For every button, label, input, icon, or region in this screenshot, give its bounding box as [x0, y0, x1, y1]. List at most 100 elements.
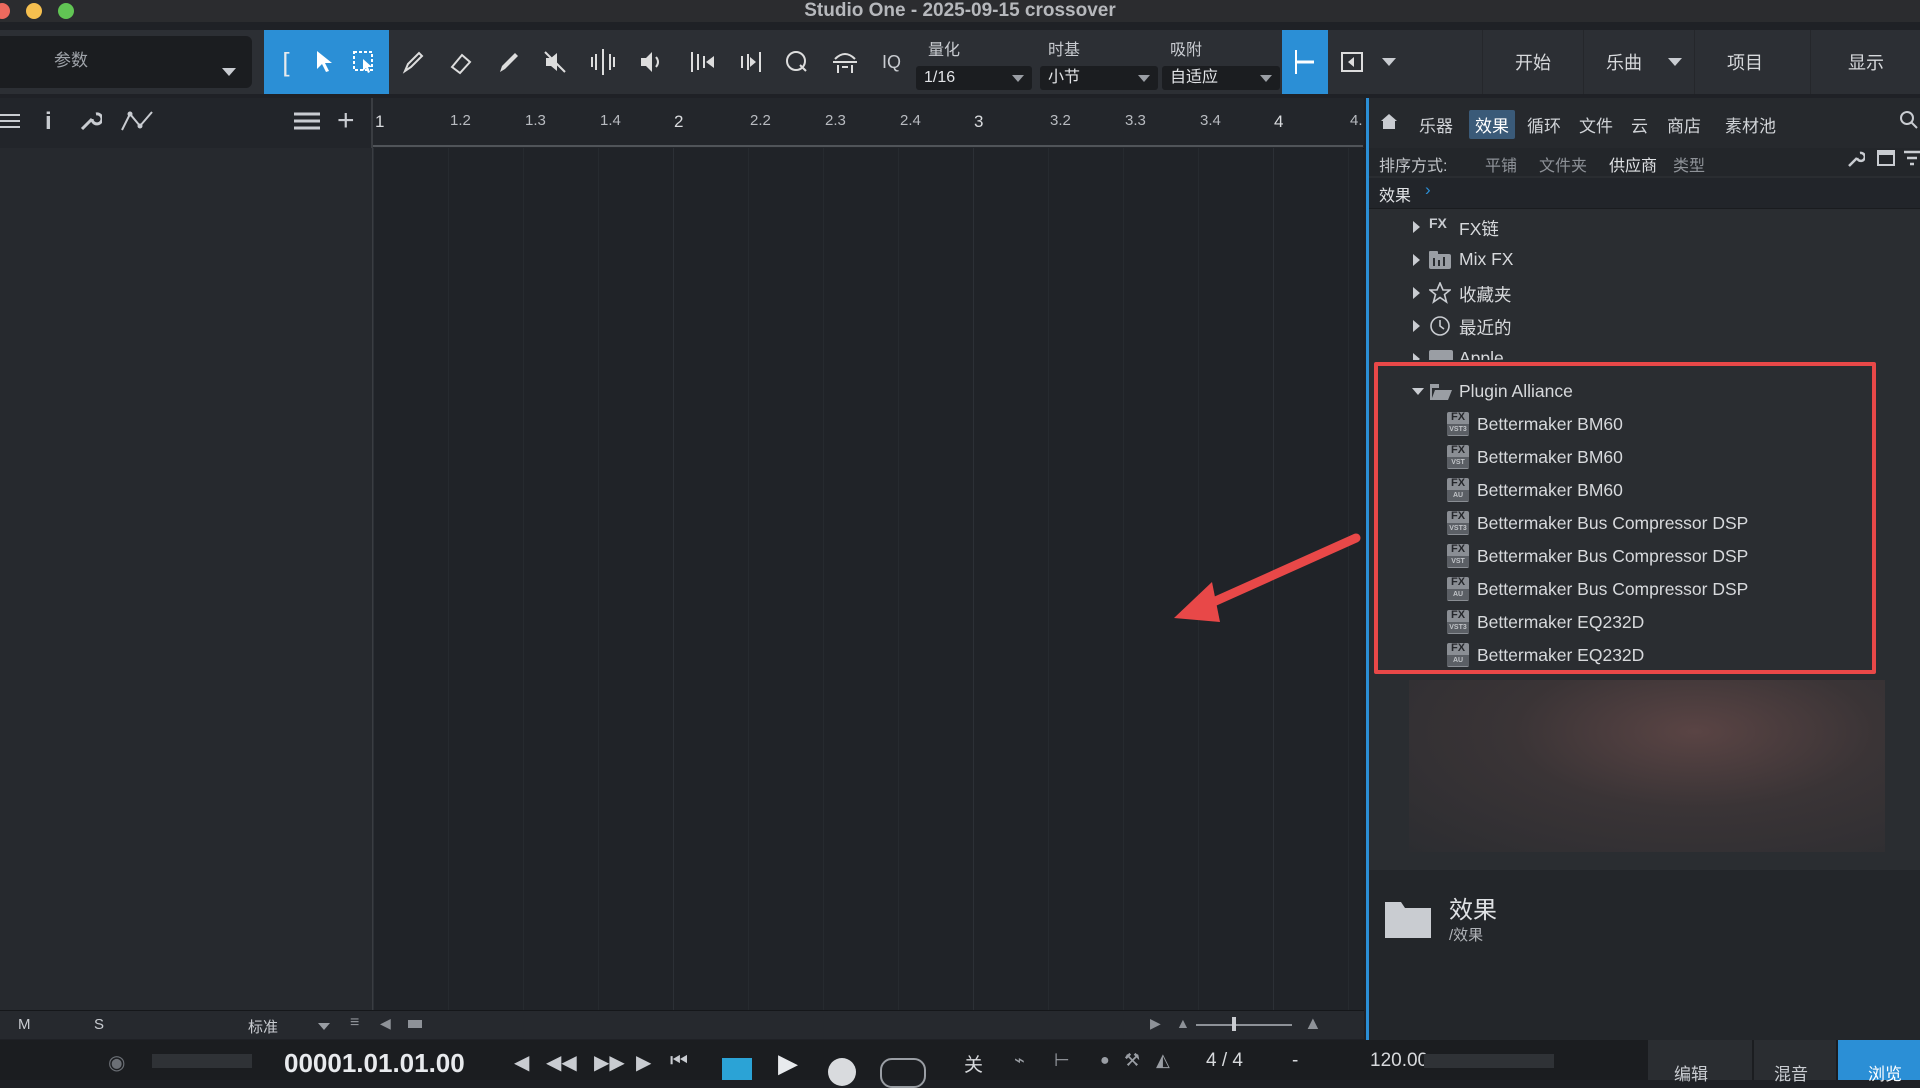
tree-item-mix-fx[interactable]: Mix FX — [1369, 243, 1920, 276]
range-bracket-icon[interactable]: [ — [268, 44, 304, 80]
breadcrumb-effects[interactable]: 效果 — [1379, 182, 1411, 206]
scroll-left-icon[interactable]: ◀ — [380, 1015, 391, 1032]
sort-vendor[interactable]: 供应商 — [1609, 152, 1657, 176]
tab-instruments[interactable]: 乐器 — [1419, 112, 1453, 137]
automation-icon[interactable] — [120, 108, 156, 141]
track-height-mode[interactable]: 标准 — [248, 1016, 278, 1037]
tree-item-apple[interactable]: Apple — [1369, 342, 1920, 360]
transport-time[interactable]: 00001.01.01.00 — [284, 1048, 465, 1079]
sort-folder[interactable]: 文件夹 — [1539, 152, 1587, 176]
mute-all-button[interactable]: M — [18, 1016, 31, 1033]
filter-icon[interactable] — [1903, 150, 1920, 171]
grid-line — [448, 148, 449, 1018]
parameter-dropdown[interactable]: 参数 — [0, 36, 252, 88]
nav-project-button[interactable]: 项目 — [1694, 30, 1795, 94]
timestretch-icon[interactable] — [827, 44, 863, 80]
rewind-icon[interactable]: ◀◀ — [546, 1050, 577, 1075]
expand-icon[interactable] — [1413, 287, 1420, 299]
record-button[interactable] — [828, 1058, 856, 1086]
add-track-icon[interactable]: + — [337, 104, 355, 138]
track-list-panel[interactable] — [0, 148, 372, 1018]
edit-view-button[interactable]: 编辑 — [1648, 1040, 1752, 1084]
midi-monitor-icon[interactable]: ◉ — [108, 1050, 125, 1075]
scroll-right-icon[interactable]: ▶ — [1150, 1015, 1161, 1032]
range-tool-icon[interactable] — [346, 44, 382, 80]
list-icon[interactable]: ≡ — [350, 1014, 359, 1032]
wrench-icon[interactable] — [78, 110, 104, 139]
punch-icon[interactable]: ⊢ — [1054, 1050, 1070, 1071]
zoom-slider[interactable] — [1196, 1024, 1292, 1026]
eraser-tool-icon[interactable] — [443, 44, 479, 80]
window-title: Studio One - 2025-09-15 crossover — [804, 0, 1116, 21]
click-dot-icon[interactable]: ● — [1100, 1052, 1110, 1070]
fast-forward-icon[interactable]: ▶▶ — [594, 1050, 625, 1075]
solo-all-button[interactable]: S — [94, 1016, 104, 1033]
listen-tool-icon[interactable] — [633, 44, 669, 80]
tab-files[interactable]: 文件 — [1579, 112, 1613, 137]
key-display[interactable]: - — [1292, 1050, 1298, 1072]
nudge-right-icon[interactable] — [731, 44, 767, 80]
search-icon[interactable] — [1899, 110, 1919, 135]
folder-icon — [1429, 350, 1453, 360]
ruler-label: 1.3 — [525, 112, 546, 129]
return-to-zero-icon[interactable]: ⏮ — [670, 1050, 688, 1073]
expand-icon[interactable] — [1413, 221, 1420, 233]
quantize-q-icon[interactable] — [779, 44, 815, 80]
zoom-out-icon[interactable]: ▲ — [1176, 1015, 1190, 1031]
quantize-dropdown[interactable]: 1/16 — [916, 66, 1032, 90]
nudge-left-icon[interactable] — [685, 44, 721, 80]
bend-tool-icon[interactable] — [585, 44, 621, 80]
browse-view-button[interactable]: 浏览 — [1838, 1040, 1920, 1084]
home-icon[interactable] — [1379, 112, 1399, 135]
tab-effects[interactable]: 效果 — [1469, 110, 1515, 139]
nav-song-button[interactable]: 乐曲 — [1583, 30, 1694, 94]
chevron-right-icon[interactable]: › — [1425, 180, 1431, 200]
toolbar-more-icon[interactable] — [1382, 58, 1396, 66]
wrench-icon[interactable] — [1847, 150, 1867, 173]
mute-tool-icon[interactable] — [537, 44, 573, 80]
track-list-icon[interactable] — [294, 110, 320, 138]
tab-cloud[interactable]: 云 — [1631, 112, 1648, 137]
horizontal-scrollbar[interactable] — [408, 1020, 422, 1028]
paint-tool-icon[interactable] — [491, 44, 527, 80]
chevron-down-icon[interactable] — [318, 1023, 330, 1030]
zoom-slider-handle[interactable] — [1232, 1017, 1236, 1031]
expand-icon[interactable] — [1413, 254, 1420, 266]
expand-icon[interactable] — [1413, 353, 1420, 360]
autoscroll-icon[interactable] — [1334, 44, 1370, 80]
timebase-dropdown[interactable]: 小节 — [1040, 66, 1158, 90]
nav-show-button[interactable]: 显示 — [1810, 30, 1920, 94]
expand-icon[interactable] — [1413, 320, 1420, 332]
arrow-tool-icon[interactable] — [306, 44, 342, 80]
tab-pool[interactable]: 素材池 — [1725, 112, 1776, 137]
split-tool-icon[interactable] — [395, 44, 431, 80]
tree-item-fx-chains[interactable]: FX FX链 — [1369, 210, 1920, 243]
tree-item-recent[interactable]: 最近的 — [1369, 309, 1920, 342]
loop-button[interactable] — [880, 1058, 926, 1088]
zoom-in-icon[interactable]: ▲ — [1304, 1013, 1322, 1034]
metronome-off-label[interactable]: 关 — [964, 1050, 983, 1077]
time-signature[interactable]: 4 / 4 — [1206, 1050, 1243, 1072]
snap-dropdown[interactable]: 自适应 — [1162, 66, 1280, 90]
arrange-bottom-bar: M S 标准 ≡ ◀ ▶ ▲ ▲ — [0, 1010, 1364, 1039]
tempo-display[interactable]: 120.00 — [1370, 1050, 1428, 1072]
stop-button[interactable] — [722, 1058, 752, 1080]
grid-line — [748, 148, 749, 1018]
play-button[interactable]: ▶ — [778, 1048, 798, 1079]
metronome-icon[interactable]: ◭ — [1156, 1050, 1170, 1071]
precount-icon[interactable]: ⌁ — [1014, 1050, 1025, 1071]
menu-lines-icon[interactable] — [0, 110, 22, 138]
tree-item-favorites[interactable]: 收藏夹 — [1369, 276, 1920, 309]
preview-toggle-icon[interactable] — [1877, 150, 1895, 171]
nav-start-button[interactable]: 开始 — [1482, 30, 1583, 94]
mix-view-button[interactable]: 混音 — [1754, 1040, 1836, 1084]
sort-flat[interactable]: 平铺 — [1485, 152, 1517, 176]
tab-shop[interactable]: 商店 — [1667, 112, 1701, 137]
info-icon[interactable]: i — [45, 108, 52, 136]
prev-marker-icon[interactable]: ◀ — [514, 1050, 529, 1075]
tab-loops[interactable]: 循环 — [1527, 112, 1561, 137]
next-marker-icon[interactable]: ▶ — [636, 1050, 651, 1075]
snap-toggle-button[interactable] — [1282, 30, 1328, 94]
click-settings-icon[interactable]: ⚒ — [1124, 1050, 1140, 1071]
sort-type[interactable]: 类型 — [1673, 152, 1705, 176]
